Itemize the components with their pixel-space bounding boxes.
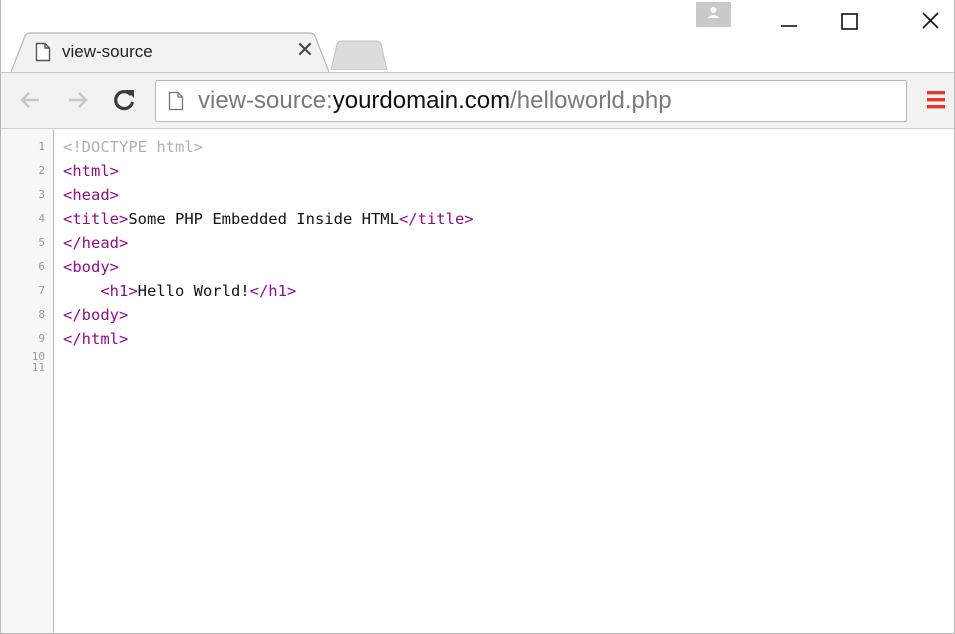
line-number: 3 — [38, 188, 45, 201]
source-line: <html> — [63, 159, 474, 183]
profile-button[interactable] — [696, 2, 731, 27]
line-number: 1 — [38, 140, 45, 153]
html-tag: </title> — [398, 210, 474, 228]
line-numbers: 1 2 3 4 5 6 7 8 9 10 11 — [1, 135, 45, 373]
line-number: 11 — [31, 361, 45, 374]
reload-button[interactable] — [109, 85, 139, 115]
url-path: /helloworld.php — [510, 87, 672, 114]
html-tag: <h1> — [100, 282, 138, 300]
page-icon — [168, 91, 184, 111]
html-tag: <body> — [63, 258, 119, 276]
tab-view-source[interactable]: view-source ✕ — [11, 32, 329, 72]
maximize-icon — [841, 13, 858, 30]
line-number: 8 — [38, 308, 45, 321]
url-text[interactable]: view-source:yourdomain.com/helloworld.ph… — [198, 88, 672, 114]
line-number: 7 — [38, 284, 45, 297]
tab-close-icon[interactable]: ✕ — [294, 39, 316, 61]
text-content: Hello World! — [137, 282, 250, 300]
url-host: yourdomain.com — [332, 87, 511, 114]
line-number: 2 — [38, 164, 45, 177]
source-code[interactable]: <!DOCTYPE html> <html> <head> <title>Some P… — [63, 135, 474, 351]
minimize-button[interactable] — [765, 0, 811, 40]
title-bar: view-source ✕ — [1, 0, 954, 72]
text-content — [63, 282, 100, 300]
back-button[interactable] — [15, 85, 45, 115]
source-line: </head> — [63, 231, 474, 255]
tab-shape — [11, 32, 329, 72]
forward-button[interactable] — [63, 85, 93, 115]
close-window-button[interactable] — [908, 0, 954, 40]
html-tag: </html> — [63, 330, 129, 348]
page-icon — [35, 42, 51, 62]
html-tag: <head> — [63, 186, 119, 204]
browser-toolbar: view-source:yourdomain.com/helloworld.ph… — [1, 72, 954, 128]
tab-title: view-source — [62, 42, 153, 61]
reload-icon — [114, 90, 135, 111]
source-line: <head> — [63, 183, 474, 207]
doctype-declaration: <!DOCTYPE html> — [63, 138, 203, 156]
line-number: 6 — [38, 260, 45, 273]
url-scheme: view-source: — [198, 87, 333, 114]
maximize-button[interactable] — [827, 0, 873, 40]
person-icon — [707, 7, 720, 18]
source-line: <body> — [63, 255, 474, 279]
hamburger-menu-icon — [927, 91, 945, 109]
back-arrow-icon — [20, 92, 39, 108]
source-line: <h1>Hello World!</h1> — [63, 279, 474, 303]
html-tag: </h1> — [249, 282, 297, 300]
browser-window: view-source ✕ view-source:yourdomain.com… — [0, 0, 955, 634]
new-tab-button[interactable] — [329, 40, 389, 70]
source-line: <!DOCTYPE html> — [63, 135, 474, 159]
source-line: </html> — [63, 327, 474, 351]
menu-button[interactable] — [925, 89, 947, 111]
line-number: 9 — [38, 332, 45, 345]
line-number-gutter: 1 2 3 4 5 6 7 8 9 10 11 — [1, 129, 54, 633]
minimize-icon — [781, 25, 797, 27]
close-icon — [922, 12, 939, 29]
address-bar[interactable]: view-source:yourdomain.com/helloworld.ph… — [155, 80, 907, 122]
html-tag: </head> — [63, 234, 129, 252]
source-line: <title>Some PHP Embedded Inside HTML</ti… — [63, 207, 474, 231]
html-tag: </body> — [63, 306, 129, 324]
source-line: </body> — [63, 303, 474, 327]
html-tag: <html> — [63, 162, 119, 180]
forward-arrow-icon — [69, 92, 88, 108]
view-source-content[interactable]: 1 2 3 4 5 6 7 8 9 10 11 <!DOCTYPE html> <html> <head… — [1, 128, 954, 633]
line-number: 4 — [38, 212, 45, 225]
line-number: 5 — [38, 236, 45, 249]
html-tag: <title> — [63, 210, 129, 228]
text-content: Some PHP Embedded Inside HTML — [128, 210, 399, 228]
